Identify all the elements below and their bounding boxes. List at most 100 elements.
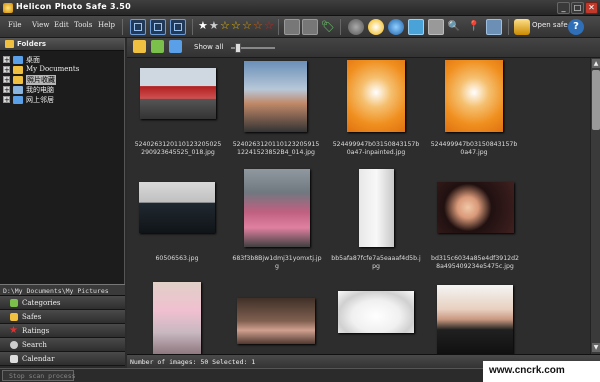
rating-star-icon[interactable]: ☆ [220, 20, 230, 32]
rating-star-icon[interactable]: ☆ [264, 20, 274, 32]
menu-view[interactable]: View [32, 21, 49, 29]
nav-label: Safes [22, 313, 42, 321]
expand-icon[interactable]: + [3, 96, 10, 104]
folders-panel: Folders + 桌面 + My Documents + 照片收藏 + 我的电… [0, 38, 125, 284]
tree-item-photo-collection[interactable]: + 照片收藏 [3, 75, 123, 85]
tree-item-label: 我的电脑 [26, 86, 54, 94]
window-title: Helicon Photo Safe 3.50 [16, 2, 131, 11]
thumbnail-caption: bb5afa87fcfe7a5eaaaf4d5b.jpg [331, 255, 421, 270]
menu-edit[interactable]: Edit [54, 21, 69, 29]
nav-categories[interactable]: Categories [0, 296, 125, 310]
rating-star-icon[interactable]: ☆ [231, 20, 241, 32]
vertical-scrollbar[interactable]: ▲ ▼ [590, 58, 600, 354]
desktop-icon [13, 56, 23, 64]
print-icon[interactable] [428, 19, 444, 35]
thumbnail-image[interactable] [153, 282, 201, 354]
rating-star-icon[interactable]: ★ [209, 20, 219, 32]
toolbar-separator [278, 19, 279, 35]
toolbar-separator [122, 19, 123, 35]
expand-icon[interactable]: + [3, 76, 10, 84]
filter-icon[interactable] [151, 40, 164, 53]
safe-icon [10, 313, 18, 321]
categories-icon [10, 299, 18, 307]
thumbnail-caption: 5240263120110123205025290923645525_018.j… [134, 141, 222, 156]
search-icon[interactable]: 🔍 [446, 19, 462, 35]
close-button[interactable]: ✕ [585, 2, 598, 14]
thumbnail-image[interactable] [140, 68, 216, 119]
email-icon[interactable] [408, 19, 424, 35]
globe-icon[interactable] [388, 19, 404, 35]
content-toolbar: Show all [127, 38, 600, 58]
toolbar-separator [192, 19, 193, 35]
tree-item-my-documents[interactable]: + My Documents [3, 65, 123, 75]
rotate-left-icon[interactable] [284, 19, 300, 35]
title-bar: Helicon Photo Safe 3.50 _ □ ✕ [0, 0, 600, 16]
open-safe-button[interactable]: Open safe [532, 21, 568, 29]
menu-tools[interactable]: Tools [74, 21, 92, 29]
thumbnail-image[interactable] [437, 182, 514, 233]
folders-title: Folders [17, 40, 47, 48]
menu-help[interactable]: Help [98, 21, 115, 29]
nav-label: Ratings [22, 327, 50, 335]
stop-scan-label: Stop scan process [9, 372, 76, 380]
tree-item-network[interactable]: + 网上邻居 [3, 95, 123, 105]
nav-search[interactable]: Search [0, 338, 125, 352]
nav-ratings[interactable]: ★ Ratings [0, 324, 125, 338]
thumbnail-image[interactable] [347, 60, 405, 132]
thumbnail-image[interactable] [139, 182, 215, 233]
network-icon [13, 96, 23, 104]
cd-icon[interactable] [368, 19, 384, 35]
expand-icon[interactable]: + [3, 56, 10, 64]
tree-item-label: 桌面 [26, 56, 40, 64]
current-path: D:\My Documents\My Pictures [3, 287, 109, 295]
tag-icon[interactable]: 🏷 [320, 19, 336, 35]
tree-item-my-computer[interactable]: + 我的电脑 [3, 85, 123, 95]
rating-star-icon[interactable]: ★ [198, 20, 208, 32]
nav-label: Calendar [22, 355, 55, 363]
layout-split-button[interactable] [150, 19, 166, 35]
thumbnail-caption: 524026312011012320591512241523852B4_014.… [232, 141, 320, 156]
export-icon[interactable] [486, 19, 502, 35]
thumbnail-browser: Show all 5240263120110123205025290923645… [127, 38, 600, 354]
menu-file[interactable]: File [8, 21, 21, 29]
thumbnail-image[interactable] [445, 60, 503, 132]
help-icon[interactable]: ? [568, 19, 584, 35]
stop-scan-button[interactable]: Stop scan process [2, 370, 76, 381]
layout-list-button[interactable] [130, 19, 146, 35]
toolbar-separator [340, 19, 341, 35]
expand-icon[interactable]: + [3, 66, 10, 74]
tree-item-label: My Documents [26, 65, 80, 73]
nav-calendar[interactable]: Calendar [0, 352, 125, 366]
location-icon[interactable]: 📍 [466, 19, 482, 35]
nav-label: Search [22, 341, 47, 349]
zoom-slider-handle[interactable] [235, 43, 241, 53]
minimize-button[interactable]: _ [557, 2, 570, 14]
scrollbar-thumb[interactable] [592, 70, 600, 130]
thumbnail-image[interactable] [244, 61, 307, 132]
rating-star-icon[interactable]: ☆ [253, 20, 263, 32]
folders-header: Folders [0, 38, 124, 51]
show-all-dropdown[interactable]: Show all [194, 43, 223, 51]
tree-item-desktop[interactable]: + 桌面 [3, 55, 123, 65]
folder-up-icon[interactable] [133, 40, 146, 53]
calendar-icon [10, 355, 18, 363]
thumbnail-image[interactable] [244, 169, 310, 247]
folder-icon [13, 76, 23, 84]
thumbnail-image[interactable] [338, 291, 414, 333]
lock-icon[interactable] [514, 19, 530, 35]
layout-grid-button[interactable] [170, 19, 186, 35]
maximize-button[interactable]: □ [571, 2, 584, 14]
folder-icon [5, 40, 14, 48]
thumbnail-image[interactable] [437, 285, 513, 354]
scroll-down-icon[interactable]: ▼ [592, 343, 600, 352]
thumbnail-image[interactable] [359, 169, 394, 247]
thumbnail-caption: 60506563.jpg [155, 255, 199, 262]
expand-icon[interactable]: + [3, 86, 10, 94]
rating-star-icon[interactable]: ☆ [242, 20, 252, 32]
nav-safes[interactable]: Safes [0, 310, 125, 324]
scroll-up-icon[interactable]: ▲ [592, 59, 600, 68]
sort-icon[interactable] [169, 40, 182, 53]
camera-icon[interactable] [348, 19, 364, 35]
thumbnail-image[interactable] [237, 298, 315, 344]
rotate-right-icon[interactable] [302, 19, 318, 35]
